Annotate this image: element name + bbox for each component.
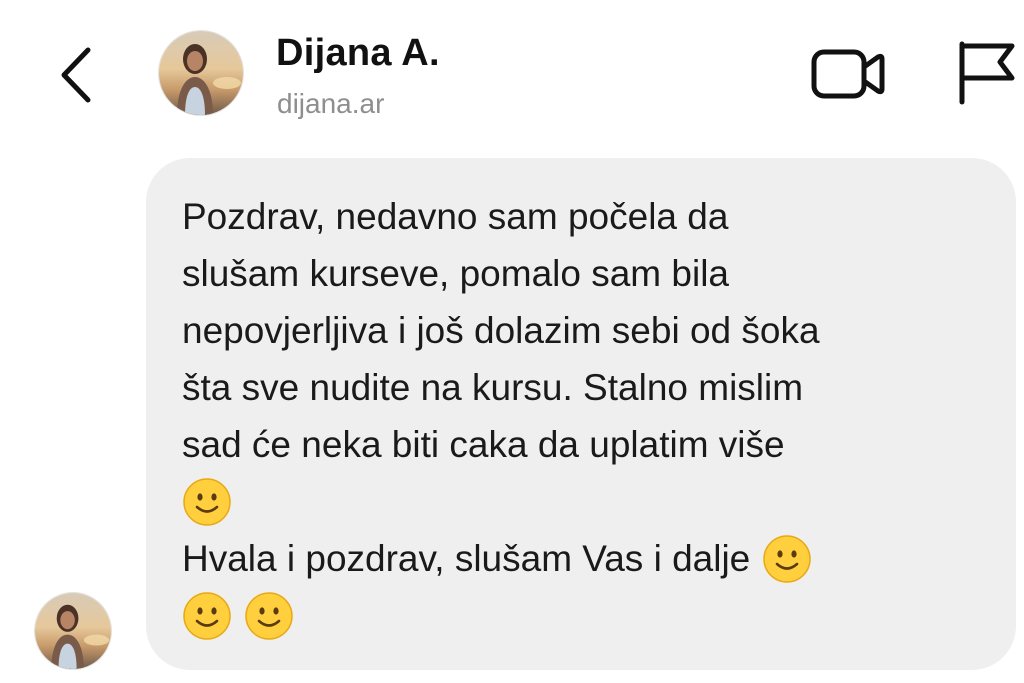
- message-line: Hvala i pozdrav, slušam Vas i dalje: [182, 530, 992, 587]
- video-call-button[interactable]: [810, 40, 886, 106]
- slightly-smiling-face-icon: [182, 477, 232, 527]
- chevron-left-icon: [61, 47, 91, 103]
- contact-username[interactable]: dijana.ar: [277, 88, 384, 120]
- dm-thread-screen: Dijana A. dijana.ar Pozdrav, nedavno sam…: [0, 0, 1024, 683]
- message-bubble[interactable]: Pozdrav, nedavno sam počela da slušam ku…: [146, 158, 1016, 670]
- profile-photo: [159, 31, 243, 115]
- contact-name[interactable]: Dijana A.: [276, 32, 440, 75]
- message-line: sad će neka biti caka da uplatim više: [182, 424, 785, 465]
- profile-photo: [35, 593, 111, 669]
- sender-avatar[interactable]: [34, 592, 112, 670]
- slightly-smiling-face-icon: [182, 591, 232, 641]
- slightly-smiling-face-icon: [762, 534, 812, 584]
- message-emoji-line: [182, 587, 992, 644]
- message-line: slušam kurseve, pomalo sam bila: [182, 253, 729, 294]
- message-line: Pozdrav, nedavno sam počela da: [182, 196, 729, 237]
- message-line-text: Hvala i pozdrav, slušam Vas i dalje: [182, 538, 751, 579]
- message-line: nepovjerljiva i još dolazim sebi od šoka: [182, 310, 820, 351]
- message-emoji-line: [182, 473, 992, 530]
- video-camera-icon: [811, 49, 885, 99]
- header-avatar[interactable]: [158, 30, 244, 116]
- slightly-smiling-face-icon: [244, 591, 294, 641]
- flag-icon: [959, 41, 1015, 105]
- back-button[interactable]: [52, 42, 102, 108]
- report-flag-button[interactable]: [950, 36, 1020, 108]
- message-line: šta sve nudite na kursu. Stalno mislim: [182, 367, 804, 408]
